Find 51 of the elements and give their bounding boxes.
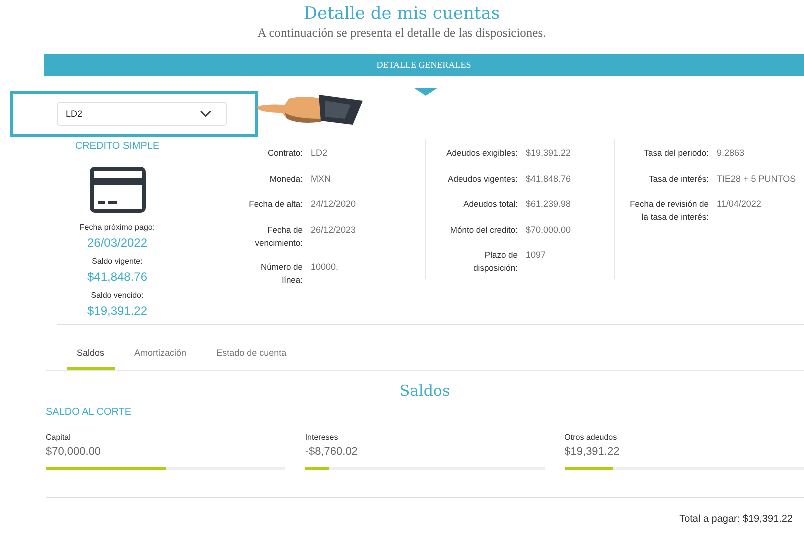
field-value: TIE28 + 5 PUNTOS: [717, 172, 798, 186]
field-value: 26/12/2023: [311, 224, 358, 237]
field-label: Fecha de vencimiento:: [254, 224, 303, 250]
field-value: 10000.: [311, 261, 340, 274]
field-label: Contrato:: [267, 147, 303, 160]
summary-value: $19,391.22: [87, 303, 148, 320]
product-name: CREDITO SIMPLE: [75, 140, 160, 154]
field-label: Adeudos total:: [462, 198, 518, 212]
summary-label: Saldo vigente:: [92, 256, 143, 268]
page-title: Detalle de mis cuentas: [302, 3, 502, 24]
summary-value: $41,848.76: [87, 269, 148, 286]
field-value: LD2: [311, 147, 329, 160]
field-label: Número de línea:: [260, 261, 303, 287]
field-value: MXN: [311, 172, 332, 186]
field-label: Fecha de alta:: [248, 198, 303, 212]
field-label: Moneda:: [268, 172, 303, 186]
section-title: Saldos: [398, 380, 452, 400]
field-value: 24/12/2020: [311, 198, 358, 212]
field-value: $70,000.00: [526, 224, 572, 237]
banner-pointer: [414, 88, 438, 96]
field-label: Fecha de revisión de la tasa de interés:: [629, 198, 709, 224]
balance-value: $19,391.22: [564, 445, 621, 460]
tab[interactable]: Amortización: [124, 347, 197, 370]
section-banner: DETALLE GENERALES: [44, 54, 804, 76]
field-label: Mónto del credito:: [449, 224, 518, 237]
balance-value: -$8,760.02: [305, 445, 359, 460]
field-label: Adeudos vigentes:: [447, 172, 518, 186]
field-value: $19,391.22: [526, 147, 572, 160]
field-label: Tasa de interés:: [648, 172, 709, 186]
field-value: 11/04/2022: [717, 198, 762, 212]
account-select[interactable]: LD2: [57, 102, 227, 126]
field-value: 1097: [526, 249, 548, 262]
field-label: Plazo de disposición:: [472, 249, 518, 275]
credit-card-icon: [88, 166, 146, 214]
page-subtitle: A continuación se presenta el detalle de las disposiciones.: [256, 24, 548, 42]
summary-label: Saldo vencido:: [91, 290, 144, 302]
field-label: Tasa del periodo:: [643, 147, 709, 160]
balance-label: Capital: [46, 432, 72, 444]
summary-value: 26/03/2022: [87, 235, 148, 252]
field-label: Adeudos exigibles:: [446, 147, 518, 160]
balance-value: $70,000.00: [46, 445, 102, 460]
balance-label: Otros adeudos: [564, 432, 618, 444]
field-value: 9.2863: [717, 147, 746, 160]
summary-label: Fecha próximo pago:: [80, 222, 156, 234]
field-value: $61,239.98: [526, 198, 572, 212]
total-amount: Total a pagar: $19,391.22: [680, 512, 793, 527]
field-value: $41,848.76: [526, 172, 572, 186]
balance-label: Intereses: [305, 432, 340, 444]
tab[interactable]: Saldos: [67, 347, 115, 370]
tab[interactable]: Estado de cuenta: [206, 347, 297, 370]
section-subtitle: SALDO AL CORTE: [46, 406, 133, 420]
